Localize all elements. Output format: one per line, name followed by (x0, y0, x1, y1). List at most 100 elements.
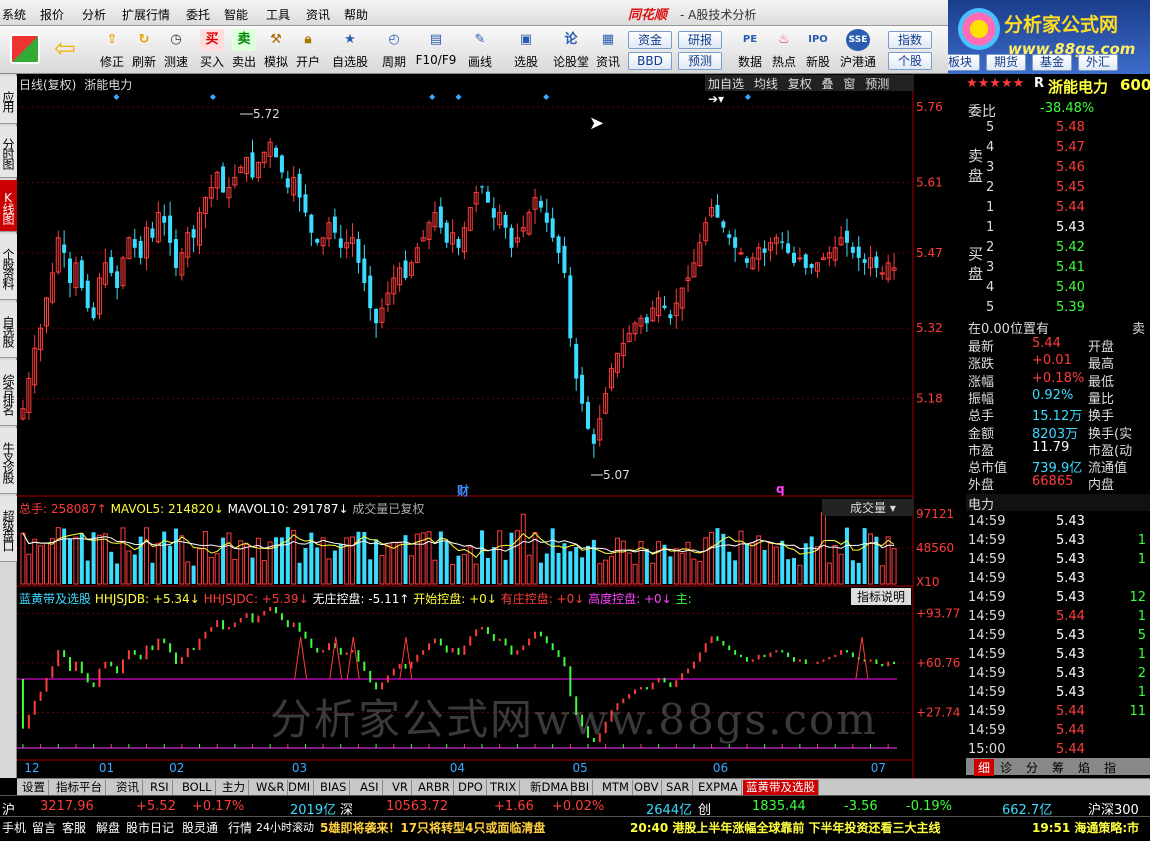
indicator-tab[interactable]: W&R (253, 780, 289, 795)
news-ticker-2[interactable]: 20:40 港股上半年涨幅全球靠前 下半年投资还看三大主线 (630, 819, 941, 836)
news-button[interactable]: ▦ 资讯 (592, 28, 624, 72)
adjust-button[interactable]: 复权 (785, 77, 815, 91)
indicator-tab[interactable]: 新DMA (527, 780, 573, 795)
layout-icon[interactable] (10, 34, 40, 64)
menu-analysis[interactable]: 分析 (82, 6, 106, 23)
data-button[interactable]: PE 数据 (734, 28, 766, 72)
menu-help[interactable]: 帮助 (344, 6, 368, 23)
forum-button[interactable]: 论论股堂 (552, 28, 590, 72)
menu-tools[interactable]: 工具 (266, 6, 290, 23)
indicator-tab[interactable]: VR (389, 780, 412, 795)
status-diary[interactable]: 股市日记 (126, 819, 174, 836)
tab-watchlist[interactable]: 自选股 (0, 302, 17, 358)
menu-trade[interactable]: 委托 (186, 6, 210, 23)
indicator-tab[interactable]: DPO (455, 780, 487, 795)
hk-connect-button[interactable]: SSE 沪港通 (838, 28, 878, 72)
menu-news[interactable]: 资讯 (306, 6, 330, 23)
indicator-tab[interactable]: EXPMA (695, 780, 742, 795)
indicator-tab[interactable]: BOLL (179, 780, 216, 795)
back-arrow-icon[interactable]: ⇦ (54, 36, 76, 62)
refresh-button[interactable]: ↻ 刷新 (128, 28, 160, 72)
add-watch-button[interactable]: 加自选 (705, 77, 747, 91)
pill-bbd[interactable]: BBD (628, 52, 672, 70)
tab-index[interactable]: 指 (1104, 759, 1116, 776)
tab-apps[interactable]: 应用 (0, 76, 17, 124)
tab-chips[interactable]: 筹 (1052, 759, 1064, 776)
tab-detail[interactable]: 细 (974, 759, 994, 776)
buy-button[interactable]: 买买入 (196, 28, 228, 72)
expand-icon[interactable]: ➔▾ (705, 92, 727, 106)
indicator-tab[interactable]: 设置 (19, 780, 49, 795)
indicator-tab[interactable]: MTM (599, 780, 633, 795)
menu-extended[interactable]: 扩展行情 (122, 6, 170, 23)
news-ticker-3[interactable]: 19:51 海通策略:市 (1032, 819, 1139, 836)
stock-select-button[interactable]: ▣ 选股 (510, 28, 542, 72)
indicator-tab[interactable]: BBI (567, 780, 594, 795)
watchlist-button[interactable]: ★ 自选股 (330, 28, 370, 72)
indicator-tab[interactable]: 指标平台 (53, 780, 106, 795)
indicator-tab[interactable]: SAR (663, 780, 694, 795)
volume-dropdown[interactable]: 成交量 ▾ (822, 499, 914, 516)
tab-ranking[interactable]: 综合排名 (0, 360, 17, 426)
menu-smart[interactable]: 智能 (224, 6, 248, 23)
menu-system[interactable]: 系统 (2, 6, 26, 23)
predict-button[interactable]: 预测 (862, 77, 892, 91)
pill-sector[interactable]: 板块 (948, 54, 980, 71)
pill-forecast[interactable]: 预测 (678, 52, 722, 70)
ipo-button[interactable]: IPO 新股 (802, 28, 834, 72)
tab-kline[interactable]: K线图 (0, 180, 17, 232)
pill-futures[interactable]: 期货 (986, 54, 1026, 71)
indicator-tab[interactable]: ARBR (415, 780, 454, 795)
indicator-tab[interactable]: 资讯 (113, 780, 143, 795)
volume-bar (721, 533, 726, 584)
sh-value[interactable]: 3217.96 (40, 799, 94, 814)
period-button[interactable]: ◴ 周期 (378, 28, 410, 72)
pill-fund[interactable]: 资金 (628, 31, 672, 49)
indicator-tab[interactable]: RSI (147, 780, 173, 795)
status-gulingtong[interactable]: 股灵通 (182, 819, 218, 836)
tab-profile[interactable]: 个股资料 (0, 234, 17, 300)
simulate-button[interactable]: ⚒ 模拟 (260, 28, 292, 72)
indicator-tab[interactable]: DMI (285, 780, 315, 795)
tab-flame[interactable]: 焰 (1078, 759, 1090, 776)
tab-intraday[interactable]: 分时图 (0, 126, 17, 178)
pill-index[interactable]: 指数 (888, 31, 932, 49)
status-service[interactable]: 客服 (62, 819, 86, 836)
measure-button[interactable]: ◷ 测速 (160, 28, 192, 72)
cy-value[interactable]: 1835.44 (752, 799, 806, 814)
volume-bar (150, 562, 155, 584)
open-account-button[interactable]: 🔒︎ 开户 (292, 28, 324, 72)
status-mobile[interactable]: 手机 (2, 819, 26, 836)
indicator-help-button[interactable]: 指标说明 (851, 588, 911, 605)
hotspot-button[interactable]: ♨ 热点 (768, 28, 800, 72)
tab-super-book[interactable]: 超级盘口 (0, 496, 17, 562)
status-quote[interactable]: 行情 (228, 819, 252, 836)
window-button[interactable]: 窗 (840, 77, 858, 91)
tab-split[interactable]: 分 (1026, 759, 1038, 776)
draw-line-button[interactable]: ✎ 画线 (464, 28, 496, 72)
ma-button[interactable]: 均线 (751, 77, 781, 91)
menu-quote[interactable]: 报价 (40, 6, 64, 23)
chart-area[interactable]: 5.76 5.61 5.47 5.32 5.18 97121 48560 X10 +93.77 +… (17, 74, 960, 778)
pill-forex[interactable]: 外汇 (1078, 54, 1118, 71)
sell-button[interactable]: 卖卖出 (228, 28, 260, 72)
indicator-tab[interactable]: ASI (357, 780, 383, 795)
sz-value[interactable]: 10563.72 (386, 799, 448, 814)
indicator-tab[interactable]: TRIX (487, 780, 521, 795)
indicator-tab[interactable]: OBV (631, 780, 663, 795)
indicator-tab[interactable]: BIAS (317, 780, 351, 795)
f10-button[interactable]: ▤ F10/F9 (414, 28, 458, 72)
indicator-tab[interactable]: 主力 (219, 780, 249, 795)
status-24h[interactable]: 24小时滚动 (256, 819, 314, 835)
pill-report[interactable]: 研报 (678, 31, 722, 49)
overlay-button[interactable]: 叠 (819, 77, 837, 91)
indicator-tab[interactable]: 蓝黄带及选股 (743, 780, 819, 795)
status-commentary[interactable]: 解盘 (96, 819, 120, 836)
status-message[interactable]: 留言 (32, 819, 56, 836)
tab-diag[interactable]: 诊 (1000, 759, 1012, 776)
pill-fund2[interactable]: 基金 (1032, 54, 1072, 71)
pill-stock[interactable]: 个股 (888, 52, 932, 70)
tab-diagnose[interactable]: 牛叉诊股 (0, 428, 17, 494)
correct-button[interactable]: ⇧ 修正 (96, 28, 128, 72)
news-ticker-1[interactable]: 5雄即将袭来！17只将转型4只或面临清盘 (320, 819, 545, 836)
